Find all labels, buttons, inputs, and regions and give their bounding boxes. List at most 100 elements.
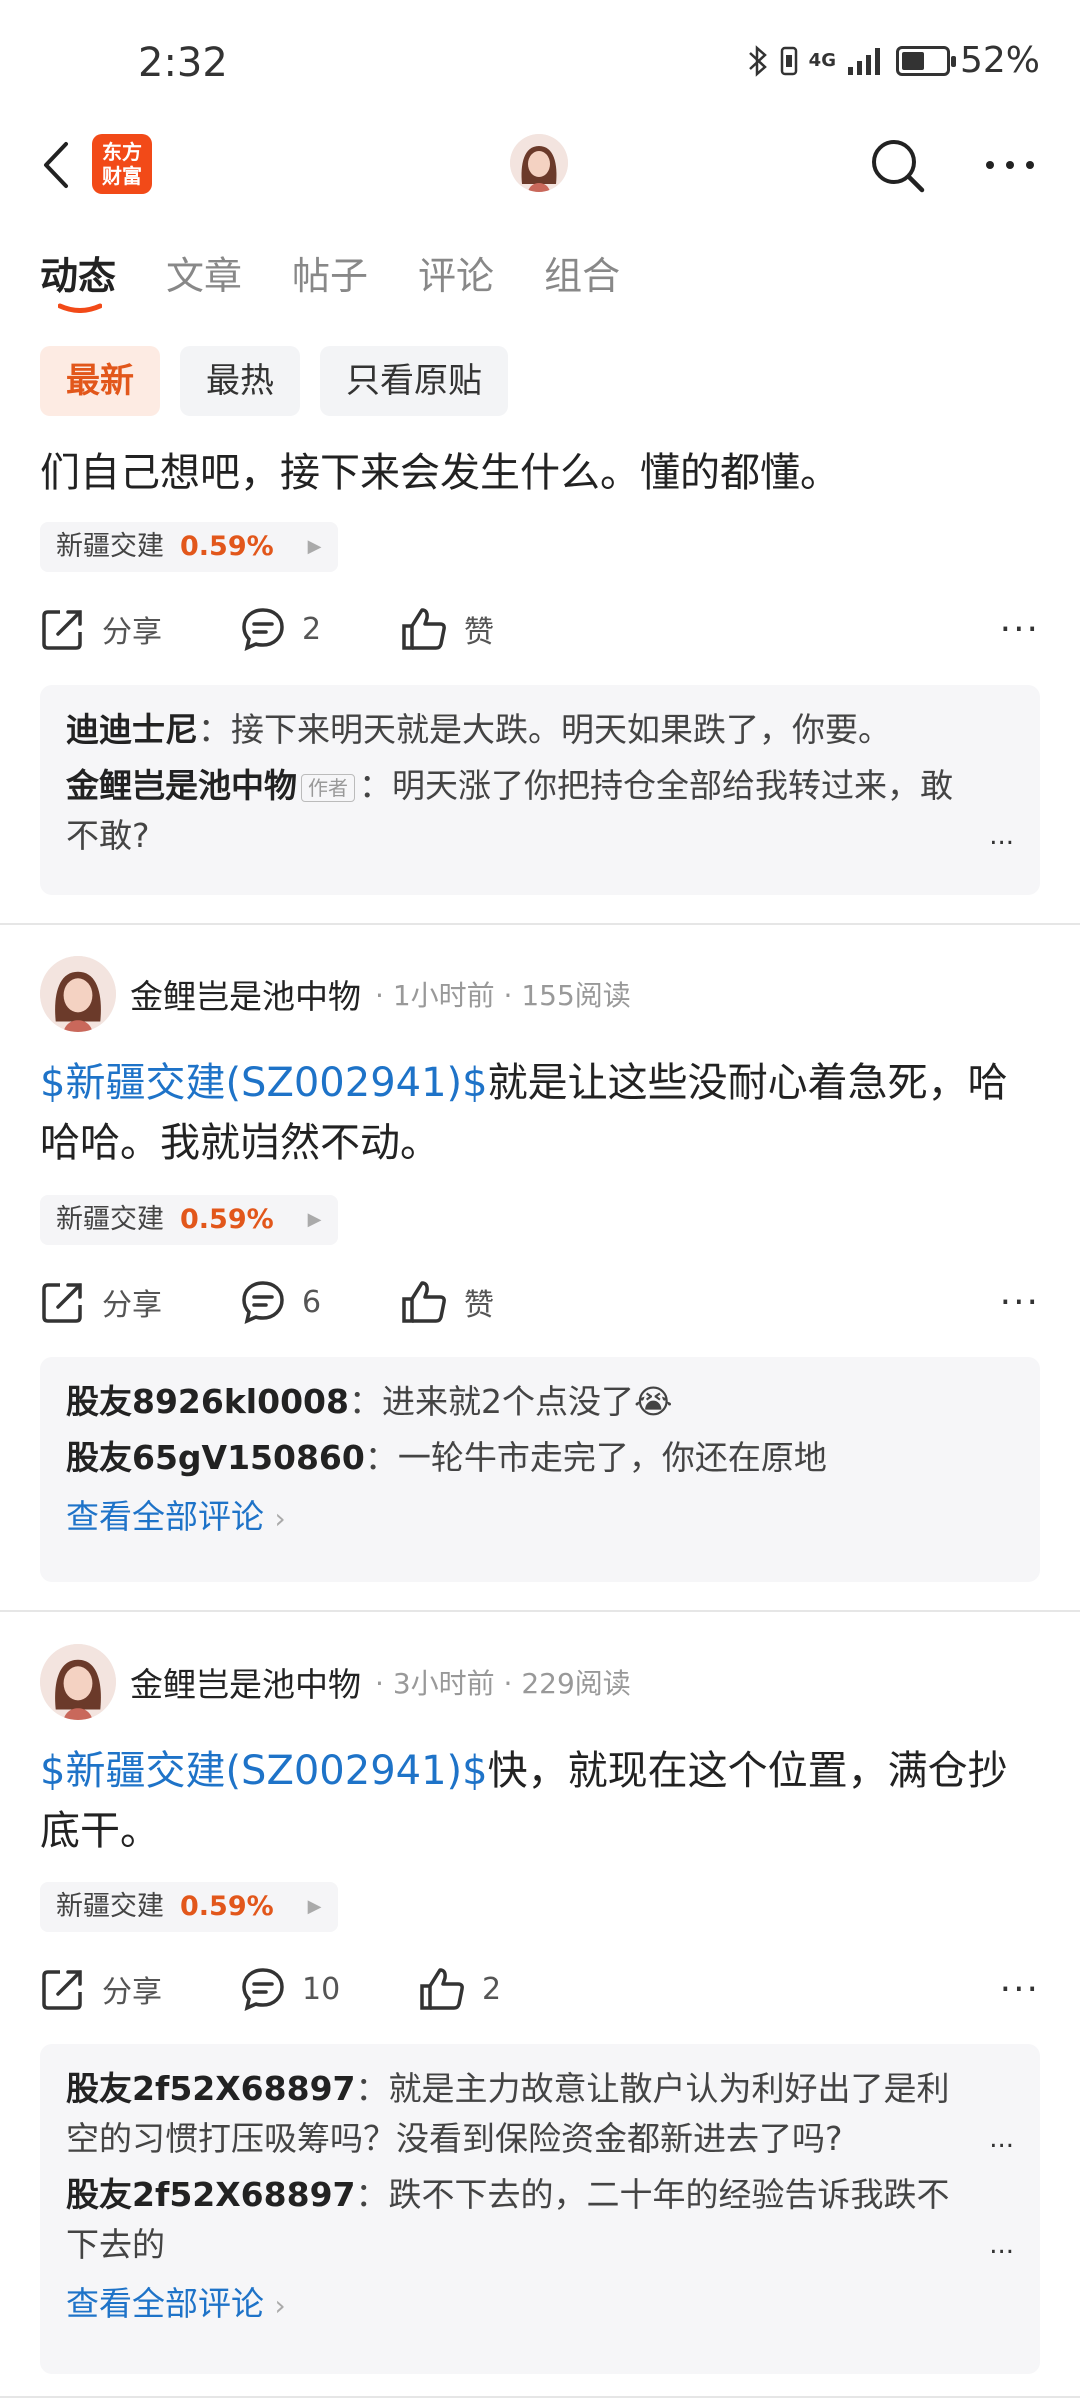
- tab-articles[interactable]: 文章: [166, 245, 242, 300]
- view-all-comments-link[interactable]: 查看全部评论 ›: [66, 2276, 1014, 2334]
- comment-author[interactable]: 金鲤岂是池中物: [66, 766, 297, 805]
- comment-item[interactable]: 金鲤岂是池中物 作者 ：明天涨了你把持仓全部给我转过来，敢不敢?...: [66, 761, 1014, 861]
- like-button[interactable]: 赞: [400, 1279, 494, 1325]
- post-3-comments[interactable]: 股友2f52X68897：就是主力故意让散户认为利好出了是利空的习惯打压吸筹吗？…: [40, 2044, 1040, 2374]
- more-button[interactable]: [982, 145, 1038, 185]
- comment-item[interactable]: 股友65gV150860：一轮牛市走完了，你还在原地: [66, 1433, 1014, 1483]
- comment-author[interactable]: 股友2f52X68897: [66, 2069, 356, 2108]
- comment-icon: [242, 1968, 284, 2012]
- share-button[interactable]: 分享: [40, 1279, 240, 1325]
- like-button[interactable]: 赞: [400, 606, 494, 652]
- like-count: 赞: [464, 1288, 494, 1323]
- comment-item[interactable]: 迪迪士尼：接下来明天就是大跌。明天如果跌了，你要。: [66, 705, 1014, 755]
- thumbs-up-icon: [420, 1968, 464, 2010]
- author-badge: 作者: [301, 773, 355, 802]
- back-button[interactable]: [38, 140, 78, 190]
- tab-dynamic[interactable]: 动态: [40, 245, 116, 300]
- post-more-icon[interactable]: ···: [1000, 609, 1040, 650]
- network-type: 4G: [808, 50, 836, 71]
- post-time: 1小时前: [392, 979, 495, 1012]
- share-button[interactable]: 分享: [40, 1966, 240, 2012]
- play-arrow-icon: ▶: [307, 1209, 322, 1230]
- filter-hottest[interactable]: 最热: [180, 346, 300, 416]
- post-divider: [0, 1610, 1080, 1612]
- post-1-actions: 分享 2 赞 ···: [40, 594, 1040, 664]
- stock-name: 新疆交建: [56, 531, 164, 562]
- like-button[interactable]: 2: [418, 1966, 501, 2012]
- system-icons: 4G 52%: [747, 40, 1040, 81]
- share-icon: [42, 1283, 82, 1323]
- post-divider: [0, 923, 1080, 925]
- comment-button[interactable]: 10: [240, 1966, 418, 2012]
- stock-change: 0.59%: [180, 1891, 274, 1922]
- post-2-author-row: 金鲤岂是池中物 · 1小时前 · 155阅读: [40, 956, 631, 1032]
- post-1-text[interactable]: 们自己想吧，接下来会发生什么。懂的都懂。: [40, 443, 1040, 503]
- bluetooth-icon: [747, 44, 769, 78]
- author-name[interactable]: 金鲤岂是池中物: [130, 1658, 361, 1706]
- share-label: 分享: [102, 1288, 162, 1323]
- stock-name: 新疆交建: [56, 1891, 164, 1922]
- post-2-comments[interactable]: 股友8926kl0008：进来就2个点没了😭 股友65gV150860：一轮牛市…: [40, 1357, 1040, 1582]
- post-1-stock-tag[interactable]: 新疆交建 0.59% ▶: [40, 522, 338, 572]
- post-3-text[interactable]: $新疆交建(SZ002941)$快，就现在这个位置，满仓抄底干。: [40, 1741, 1040, 1861]
- comment-count: 6: [302, 1284, 322, 1320]
- post-3-stock-tag[interactable]: 新疆交建 0.59% ▶: [40, 1882, 338, 1932]
- comment-item[interactable]: 股友8926kl0008：进来就2个点没了😭: [66, 1377, 1014, 1427]
- more-horizontal-icon: [986, 161, 1034, 169]
- play-arrow-icon: ▶: [307, 536, 322, 557]
- search-icon: [872, 140, 925, 193]
- battery-icon: [895, 45, 956, 76]
- stock-link[interactable]: $新疆交建(SZ002941)$: [40, 1748, 488, 1794]
- user-avatar-top[interactable]: [510, 134, 568, 192]
- post-3-actions: 分享 10 2 ···: [40, 1954, 1040, 2024]
- post-2-stock-tag[interactable]: 新疆交建 0.59% ▶: [40, 1195, 338, 1245]
- stock-name: 新疆交建: [56, 1204, 164, 1235]
- comment-author[interactable]: 股友2f52X68897: [66, 2175, 356, 2214]
- chevron-right-icon: ›: [274, 2289, 286, 2322]
- comment-button[interactable]: 6: [240, 1279, 400, 1325]
- comment-count: 10: [302, 1971, 341, 2007]
- share-label: 分享: [102, 615, 162, 650]
- author-avatar[interactable]: [40, 1644, 116, 1720]
- post-1-comments[interactable]: 迪迪士尼：接下来明天就是大跌。明天如果跌了，你要。 金鲤岂是池中物 作者 ：明天涨了…: [40, 685, 1040, 895]
- comment-icon: [242, 1281, 284, 1325]
- post-more-icon[interactable]: ···: [1000, 1969, 1040, 2010]
- stock-change: 0.59%: [180, 531, 274, 562]
- eastmoney-logo: 东方 财富: [92, 134, 152, 194]
- comment-item[interactable]: 股友2f52X68897：跌不下去的，二十年的经验告诉我跌不下去的...: [66, 2170, 1014, 2270]
- comment-text: 接下来明天就是大跌。明天如果跌了，你要。: [231, 710, 891, 749]
- logo-text-2: 财富: [102, 164, 142, 188]
- filter-latest[interactable]: 最新: [40, 346, 160, 416]
- comment-item[interactable]: 股友2f52X68897：就是主力故意让散户认为利好出了是利空的习惯打压吸筹吗？…: [66, 2064, 1014, 2164]
- filter-original-only[interactable]: 只看原贴: [320, 346, 508, 416]
- comment-author[interactable]: 股友65gV150860: [66, 1438, 365, 1477]
- tab-active-indicator: [58, 303, 102, 313]
- tab-comments[interactable]: 评论: [418, 245, 494, 300]
- view-all-label: 查看全部评论: [66, 2284, 264, 2323]
- signal-icon: [846, 45, 886, 77]
- comment-author[interactable]: 股友8926kl0008: [66, 1382, 349, 1421]
- ellipsis-icon: ...: [989, 2230, 1014, 2260]
- tab-portfolio[interactable]: 组合: [544, 245, 620, 300]
- tab-posts[interactable]: 帖子: [292, 245, 368, 300]
- stock-link[interactable]: $新疆交建(SZ002941)$: [40, 1060, 488, 1106]
- post-2-actions: 分享 6 赞 ···: [40, 1267, 1040, 1337]
- share-button[interactable]: 分享: [40, 606, 240, 652]
- view-all-comments-link[interactable]: 查看全部评论 ›: [66, 1489, 1014, 1547]
- post-reads: 155阅读: [521, 979, 631, 1012]
- author-avatar[interactable]: [40, 956, 116, 1032]
- post-2-text[interactable]: $新疆交建(SZ002941)$就是让这些没耐心着急死，哈哈哈。我就岿然不动。: [40, 1053, 1040, 1173]
- comment-author[interactable]: 迪迪士尼: [66, 710, 198, 749]
- like-count: 2: [482, 1971, 502, 2007]
- search-button[interactable]: [868, 136, 928, 196]
- tab-bar: 动态 文章 帖子 评论 组合: [40, 245, 620, 300]
- post-meta: · 3小时前 · 229阅读: [375, 1667, 631, 1700]
- play-arrow-icon: ▶: [307, 1896, 322, 1917]
- comment-button[interactable]: 2: [240, 606, 400, 652]
- author-name[interactable]: 金鲤岂是池中物: [130, 970, 361, 1018]
- comment-text: 进来就2个点没了😭: [381, 1382, 673, 1421]
- share-icon: [42, 1970, 82, 2010]
- like-count: 赞: [464, 615, 494, 650]
- post-more-icon[interactable]: ···: [1000, 1282, 1040, 1323]
- post-time: 3小时前: [392, 1667, 495, 1700]
